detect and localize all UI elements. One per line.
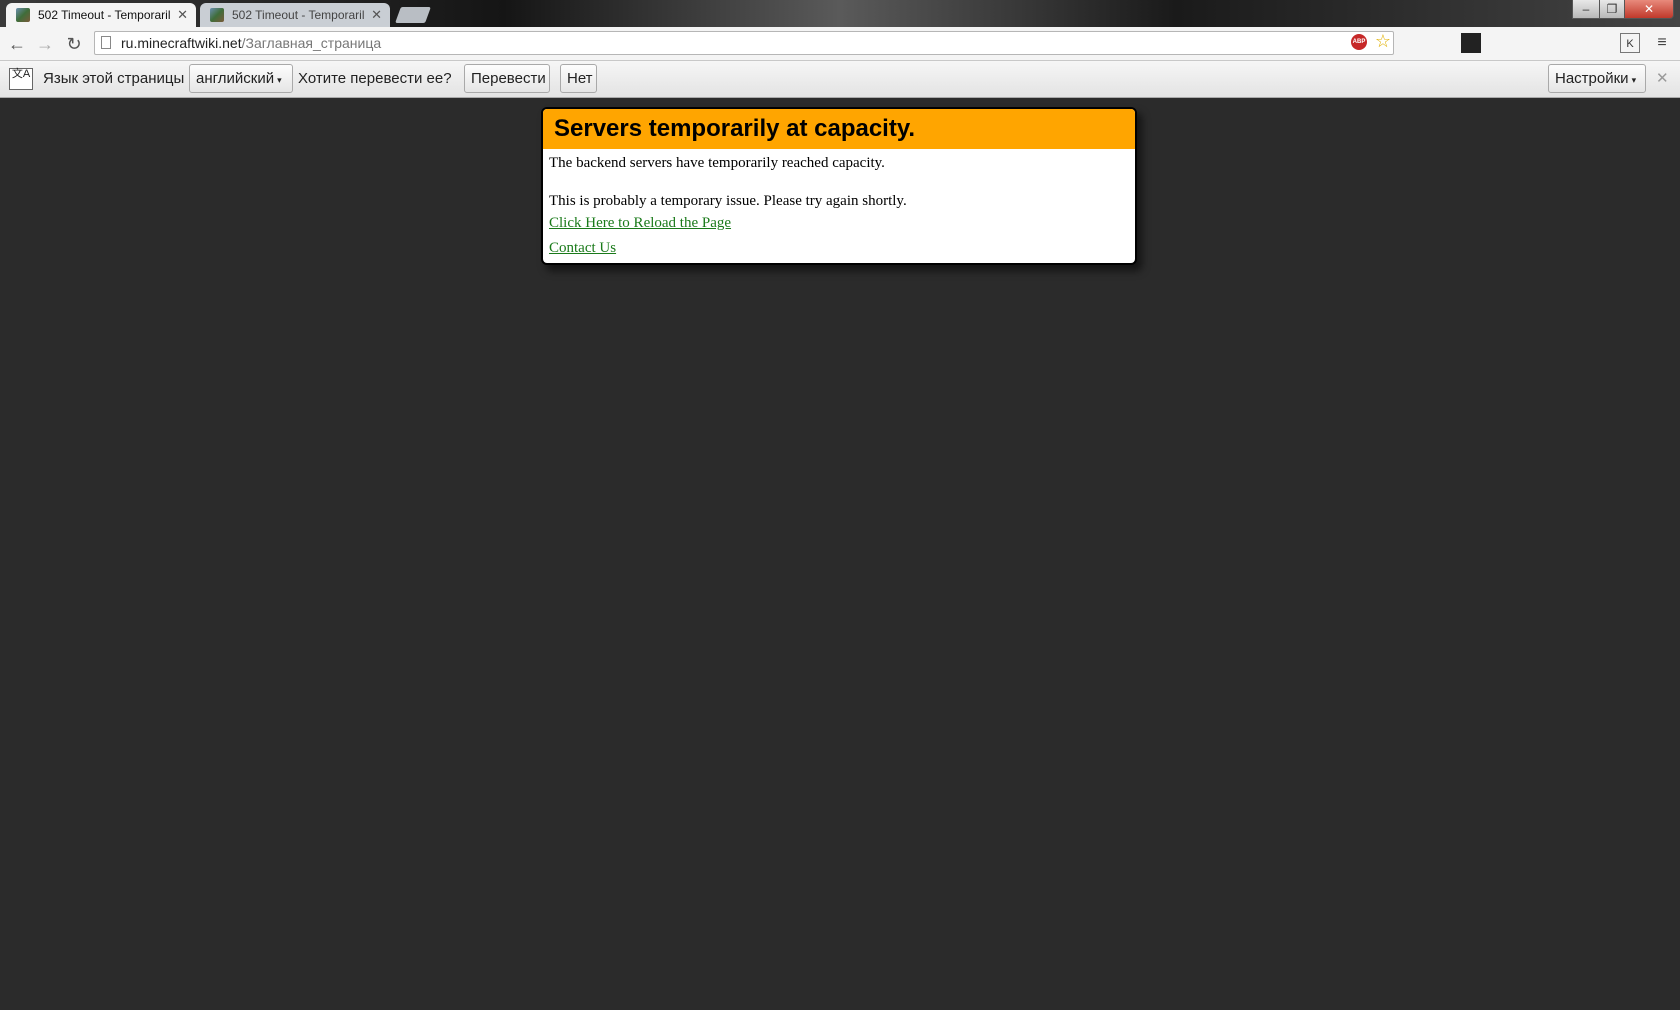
window-maximize-button[interactable]: ❐	[1599, 0, 1625, 19]
extension-5-icon[interactable]	[1588, 33, 1608, 53]
reload-page-link[interactable]: Click Here to Reload the Page	[549, 211, 1129, 236]
url-host: ru.minecraftwiki.net	[121, 35, 242, 51]
window-minimize-button[interactable]: –	[1572, 0, 1600, 19]
contact-us-link[interactable]: Contact Us	[549, 236, 1129, 261]
translate-button[interactable]: Перевести	[464, 64, 550, 93]
extension-6-icon[interactable]: K	[1620, 33, 1640, 53]
retry-message: This is probably a temporary issue. Plea…	[549, 193, 907, 209]
forward-arrow-icon[interactable]: →	[34, 33, 56, 55]
reload-icon[interactable]: ↻	[63, 33, 85, 55]
minecraft-favicon-icon	[16, 8, 30, 22]
translate-bar-close-icon[interactable]: ✕	[1656, 61, 1669, 97]
error-panel: Servers temporarily at capacity. The bac…	[541, 107, 1137, 265]
settings-label: Настройки	[1555, 70, 1629, 87]
chevron-down-icon: ▾	[277, 75, 282, 85]
translate-question: Хотите перевести ее?	[298, 70, 452, 87]
translate-icon: 文A	[9, 68, 33, 90]
tab-active[interactable]: 502 Timeout - Temporarily ✕	[6, 3, 196, 27]
tab-inactive[interactable]: 502 Timeout - Temporarily ✕	[200, 3, 390, 27]
no-button[interactable]: Нет	[560, 64, 597, 93]
url-path: /Заглавная_страница	[241, 35, 382, 51]
extension-2-icon[interactable]	[1492, 33, 1512, 53]
url-text: ru.minecraftwiki.net/Заглавная_страница	[121, 32, 381, 54]
tab-title: 502 Timeout - Temporarily	[38, 8, 170, 22]
browser-toolbar: ← → ↻ ru.minecraftwiki.net/Заглавная_стр…	[0, 27, 1680, 61]
language-value: английский	[196, 70, 275, 87]
panel-body: The backend servers have temporarily rea…	[543, 149, 1135, 263]
new-tab-button[interactable]	[395, 7, 431, 23]
translate-bar: 文A Язык этой страницы английский ▾ Хотите…	[0, 61, 1680, 98]
settings-button[interactable]: Настройки ▾	[1548, 64, 1646, 93]
tab-strip: 502 Timeout - Temporarily ✕ 502 Timeout …	[0, 0, 1680, 27]
page-title: Servers temporarily at capacity.	[554, 115, 916, 142]
page-icon	[101, 36, 111, 49]
tab-close-icon[interactable]: ✕	[371, 3, 382, 27]
chrome-menu-icon[interactable]: ≡	[1652, 33, 1672, 53]
minecraft-favicon-icon	[210, 8, 224, 22]
tab-close-icon[interactable]: ✕	[177, 3, 188, 27]
panel-header: Servers temporarily at capacity.	[543, 109, 1135, 149]
capacity-message: The backend servers have temporarily rea…	[549, 155, 885, 171]
extension-3-icon[interactable]	[1524, 33, 1544, 53]
adblock-icon[interactable]: ABP	[1351, 34, 1367, 50]
address-bar[interactable]: ru.minecraftwiki.net/Заглавная_страница …	[94, 31, 1394, 55]
bookmark-star-icon[interactable]: ☆	[1375, 31, 1391, 52]
chevron-down-icon: ▾	[1631, 75, 1637, 85]
tab-title: 502 Timeout - Temporarily	[232, 8, 364, 22]
extension-4-icon[interactable]	[1556, 33, 1576, 53]
page-language-label: Язык этой страницы	[43, 70, 185, 87]
back-arrow-icon[interactable]: ←	[6, 33, 28, 55]
window-close-button[interactable]: ✕	[1624, 0, 1674, 19]
language-select[interactable]: английский ▾	[189, 64, 293, 93]
extension-1-icon[interactable]	[1461, 33, 1481, 53]
